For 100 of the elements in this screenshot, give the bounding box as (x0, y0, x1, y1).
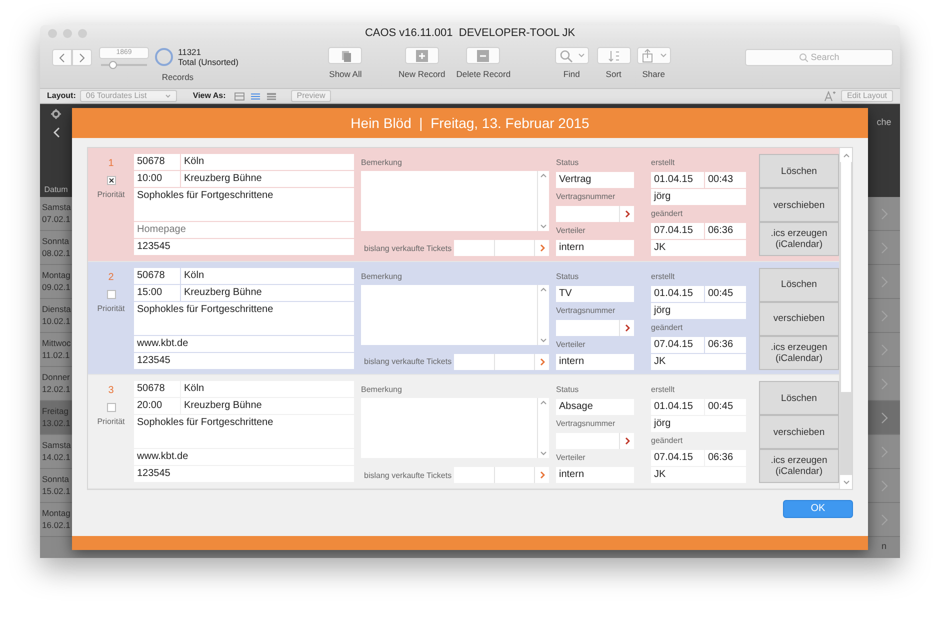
city-field[interactable]: Köln (181, 154, 354, 170)
remark-field[interactable] (361, 284, 549, 345)
status-field[interactable]: TV (556, 286, 634, 302)
postcode-field[interactable]: 50678 (134, 381, 180, 398)
created-date-field[interactable]: 01.04.15 (651, 172, 704, 188)
id-field[interactable]: 123545 (134, 352, 354, 369)
scroll-bar[interactable] (839, 148, 852, 489)
distributor-field[interactable]: intern (556, 467, 634, 484)
id-field[interactable]: 123545 (134, 239, 354, 255)
changed-date-field[interactable]: 07.04.15 (651, 450, 704, 466)
delete-button[interactable]: Löschen (759, 381, 839, 416)
arrow-button[interactable] (534, 240, 549, 256)
changed-time-field[interactable]: 06:36 (705, 450, 746, 466)
previous-record-button[interactable] (52, 49, 72, 66)
id-field[interactable]: 123545 (134, 466, 354, 482)
distributor-field[interactable]: intern (556, 354, 634, 370)
delete-button[interactable] (466, 47, 500, 64)
contract-number-field[interactable] (556, 206, 619, 222)
arrow-button[interactable] (619, 433, 634, 450)
chevron-down-icon[interactable] (540, 451, 547, 456)
venue-field[interactable]: Kreuzberg Bühne (181, 398, 354, 414)
created-date-field[interactable]: 01.04.15 (651, 286, 704, 302)
distributor-field[interactable]: intern (556, 240, 634, 256)
status-field[interactable]: Absage (556, 399, 634, 416)
chevron-left-icon[interactable] (52, 127, 60, 138)
postcode-field[interactable]: 50678 (134, 268, 180, 284)
tickets-field[interactable] (494, 467, 534, 484)
chevron-up-icon[interactable] (540, 400, 547, 406)
chevron-up-icon[interactable] (842, 152, 850, 158)
delete-button[interactable]: Löschen (759, 268, 839, 302)
time-field[interactable]: 20:00 (134, 398, 180, 414)
export-calendar-button[interactable]: .ics erzeugen (iCalendar) (759, 336, 839, 370)
changed-by-field[interactable]: JK (651, 354, 746, 370)
record-slider[interactable] (101, 61, 147, 69)
venue-field[interactable]: Kreuzberg Bühne (181, 171, 354, 187)
created-time-field[interactable]: 00:43 (705, 172, 746, 188)
showall-button[interactable] (328, 47, 362, 64)
move-button[interactable]: verschieben (759, 188, 839, 222)
status-field[interactable]: Vertrag (556, 172, 634, 188)
contract-number-field[interactable] (556, 320, 619, 336)
created-time-field[interactable]: 00:45 (705, 286, 746, 302)
delete-button[interactable]: Löschen (759, 154, 839, 188)
share-button[interactable] (636, 47, 671, 64)
contract-number-field[interactable] (556, 433, 619, 450)
export-calendar-button[interactable]: .ics erzeugen (iCalendar) (759, 222, 839, 256)
event-field[interactable]: Sophokles für Fortgeschrittene (134, 415, 354, 448)
new-button[interactable] (404, 47, 439, 64)
homepage-field[interactable]: www.kbt.de (134, 449, 354, 466)
move-button[interactable]: verschieben (759, 302, 839, 336)
city-field[interactable]: Köln (181, 381, 354, 398)
changed-label: geändert (651, 208, 684, 220)
homepage-field[interactable]: Homepage (134, 222, 354, 238)
changed-by-field[interactable]: JK (651, 467, 746, 484)
chevron-down-icon[interactable] (540, 224, 547, 229)
next-record-button[interactable] (72, 49, 92, 66)
arrow-button[interactable] (619, 206, 634, 222)
move-button[interactable]: verschieben (759, 415, 839, 450)
tickets-field[interactable] (454, 240, 494, 256)
time-field[interactable]: 10:00 (134, 171, 180, 187)
postcode-field[interactable]: 50678 (134, 154, 180, 170)
city-field[interactable]: Köln (181, 268, 354, 284)
arrow-button[interactable] (534, 467, 549, 484)
priority-checkbox[interactable] (106, 403, 116, 412)
list-view-icon[interactable] (250, 90, 261, 102)
created-by-field[interactable]: jörg (651, 416, 746, 432)
event-field[interactable]: Sophokles für Fortgeschrittene (134, 302, 354, 335)
form-view-icon[interactable] (234, 90, 245, 102)
scroll-thumb[interactable] (841, 162, 851, 392)
created-date-field[interactable]: 01.04.15 (651, 399, 704, 416)
event-field[interactable]: Sophokles für Fortgeschrittene (134, 188, 354, 221)
remark-field[interactable] (361, 171, 549, 231)
changed-date-field[interactable]: 07.04.15 (651, 336, 704, 353)
created-time-field[interactable]: 00:45 (705, 399, 746, 416)
priority-checkbox[interactable] (106, 176, 116, 185)
tickets-field[interactable] (454, 467, 494, 484)
chevron-down-icon[interactable] (540, 338, 547, 343)
remark-field[interactable] (361, 398, 549, 458)
homepage-field[interactable]: www.kbt.de (134, 336, 354, 352)
arrow-button[interactable] (619, 320, 634, 336)
time-field[interactable]: 15:00 (134, 284, 180, 301)
export-calendar-button[interactable]: .ics erzeugen (iCalendar) (759, 449, 839, 484)
find-button[interactable] (554, 47, 589, 64)
chevron-down-icon[interactable] (842, 480, 850, 484)
changed-date-field[interactable]: 07.04.15 (651, 223, 704, 239)
created-by-field[interactable]: jörg (651, 302, 746, 319)
changed-by-field[interactable]: JK (651, 240, 746, 256)
arrow-button[interactable] (534, 354, 549, 370)
status-label: Status (556, 270, 580, 283)
changed-time-field[interactable]: 06:36 (705, 223, 746, 239)
chevron-up-icon[interactable] (540, 286, 547, 292)
sort-button[interactable] (596, 47, 631, 64)
tickets-field[interactable] (494, 354, 534, 370)
slider-thumb[interactable] (108, 61, 116, 69)
venue-field[interactable]: Kreuzberg Bühne (181, 284, 354, 301)
created-by-field[interactable]: jörg (651, 189, 746, 205)
tickets-field[interactable] (454, 354, 494, 370)
chevron-up-icon[interactable] (540, 173, 547, 178)
tickets-field[interactable] (494, 240, 534, 256)
priority-checkbox[interactable] (106, 290, 116, 299)
changed-time-field[interactable]: 06:36 (705, 336, 746, 353)
